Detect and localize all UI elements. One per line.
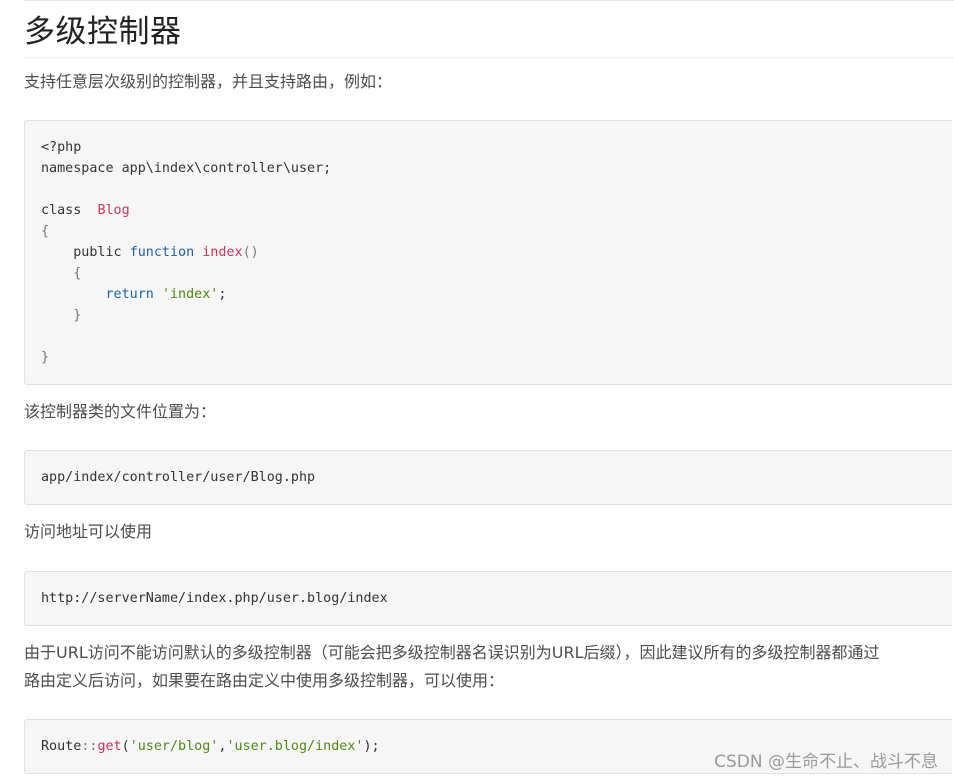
code-line: namespace app\index\controller\user;	[41, 158, 936, 179]
code-function-name: index	[202, 245, 243, 260]
code-brace: }	[73, 308, 82, 323]
code-block-file-path: app/index/controller/user/Blog.php	[24, 450, 952, 505]
code-line: return 'index';	[41, 284, 936, 305]
top-divider	[24, 0, 954, 1]
code-brace: {	[41, 224, 50, 239]
intro-paragraph: 支持任意层次级别的控制器，并且支持路由，例如：	[24, 72, 393, 91]
code-string: 'user/blog'	[129, 739, 219, 754]
code-string: 'user.blog/index'	[226, 739, 364, 754]
code-punct: );	[363, 739, 380, 754]
code-line: {	[41, 221, 936, 242]
note-line-1: 由于URL访问不能访问默认的多级控制器（可能会把多级控制器名误识别为URL后缀）…	[24, 643, 880, 662]
code-line: {	[41, 263, 936, 284]
code-keyword: function	[129, 245, 195, 260]
code-punct: ;	[218, 287, 227, 302]
code-token: http://serverName/index.php/user.blog/in…	[41, 591, 388, 606]
code-class-name: Blog	[97, 203, 130, 218]
page-title: 多级控制器	[24, 14, 182, 50]
code-line: }	[41, 305, 936, 326]
code-line: app/index/controller/user/Blog.php	[41, 467, 936, 488]
code-token: app/index/controller/user/Blog.php	[41, 470, 316, 485]
code-token: namespace app\index\controller\user;	[41, 161, 332, 176]
code-string: 'index'	[161, 287, 219, 302]
code-line: public function index()	[41, 242, 936, 263]
code-method-name: get	[97, 739, 122, 754]
csdn-watermark: CSDN @生命不止、战斗不息	[714, 752, 938, 772]
code-block-controller: <?php namespace app\index\controller\use…	[24, 120, 952, 385]
code-line: http://serverName/index.php/user.blog/in…	[41, 588, 936, 609]
file-location-paragraph: 该控制器类的文件位置为：	[24, 402, 217, 421]
code-punct: ::	[81, 739, 98, 754]
code-line: class Blog	[41, 200, 936, 221]
code-keyword: return	[105, 287, 154, 302]
heading-divider	[24, 57, 954, 58]
code-line: <?php	[41, 137, 936, 158]
code-token: <?php	[41, 140, 82, 155]
code-class-ref: Route	[41, 739, 82, 754]
code-punct: (	[121, 739, 130, 754]
code-line: }	[41, 347, 936, 368]
code-brace: }	[41, 350, 50, 365]
code-paren: ()	[242, 245, 259, 260]
note-line-2: 路由定义后访问，如果要在路由定义中使用多级控制器，可以使用：	[24, 671, 505, 690]
code-keyword: class	[41, 203, 82, 218]
note-paragraph: 由于URL访问不能访问默认的多级控制器（可能会把多级控制器名误识别为URL后缀）…	[24, 639, 949, 695]
access-paragraph: 访问地址可以使用	[24, 522, 153, 541]
code-block-url: http://serverName/index.php/user.blog/in…	[24, 571, 952, 626]
code-keyword: public	[73, 245, 122, 260]
code-brace: {	[73, 266, 82, 281]
